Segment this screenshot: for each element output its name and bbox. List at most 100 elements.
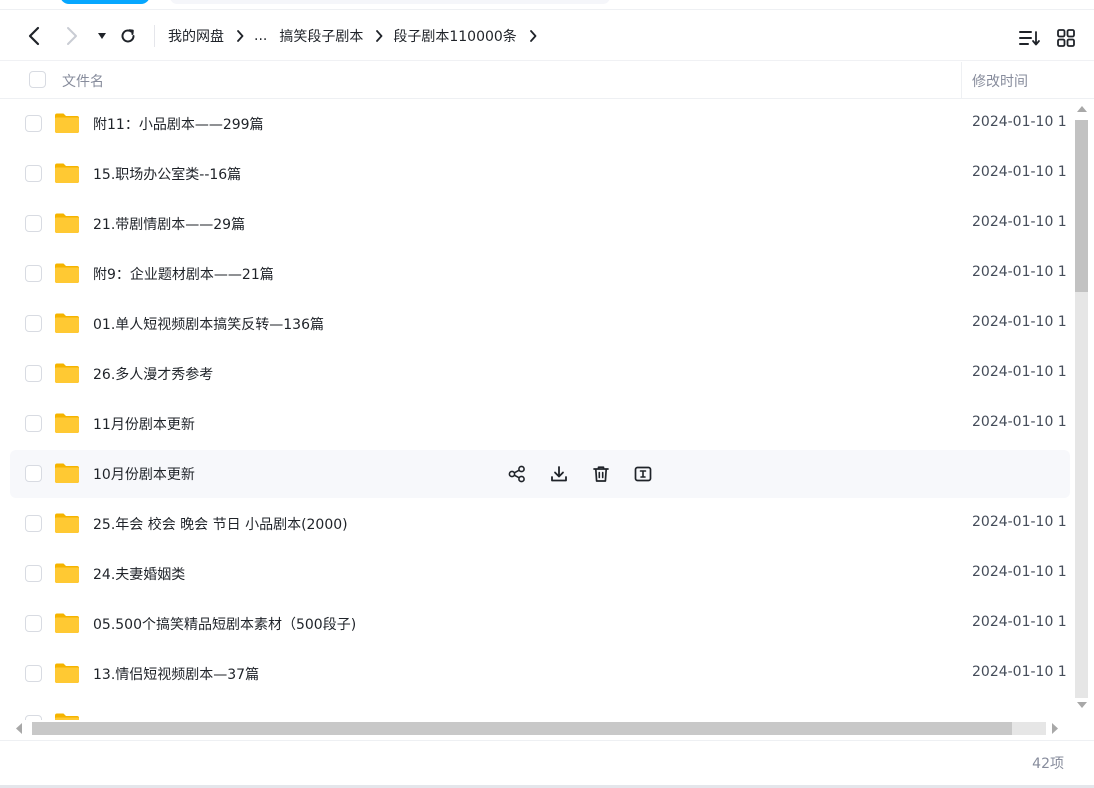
refresh-button[interactable] [116,24,140,48]
scroll-right-arrow-icon[interactable] [1050,722,1060,735]
file-name[interactable]: 01.单人短视频剧本搞笑反转—136篇 [93,314,324,334]
file-modified-time: 2024-01-10 1 [972,514,1067,530]
file-modified-time: 2024-01-10 1 [972,564,1067,580]
file-name[interactable]: 15.职场办公室类--16篇 [93,164,241,184]
row-checkbox[interactable] [25,465,42,482]
row-checkbox[interactable] [25,115,42,132]
file-row[interactable]: 附11：小品剧本——299篇 2024-01-10 1 [10,100,1070,148]
file-row[interactable]: 11月份剧本更新 2024-01-10 1 [10,400,1070,448]
folder-icon [54,262,80,284]
file-name[interactable]: 附11：小品剧本——299篇 [93,114,264,134]
back-button[interactable] [22,24,46,48]
file-modified-time: 2024-01-10 1 [972,314,1067,330]
file-name[interactable]: 05.500个搞笑精品短剧本素材（500段子) [93,614,356,634]
file-name[interactable]: 11月份剧本更新 [93,414,195,434]
file-row-partial[interactable] [10,700,1070,720]
file-modified-time: 2024-01-10 1 [972,164,1067,180]
breadcrumb-item-current[interactable]: 段子剧本110000条 [393,26,516,46]
forward-button[interactable] [60,24,84,48]
file-row[interactable]: 21.带剧情剧本——29篇 2024-01-10 1 [10,200,1070,248]
toolbar: 我的网盘 ... 搞笑段子剧本 段子剧本110000条 [0,11,1094,61]
breadcrumb-chevron-icon [529,30,537,42]
file-row[interactable]: 05.500个搞笑精品短剧本素材（500段子) 2024-01-10 1 [10,600,1070,648]
breadcrumb-item-ellipsis[interactable]: ... [254,28,267,44]
column-header-name[interactable]: 文件名 [62,71,104,91]
column-header-modified-time[interactable]: 修改时间 [972,71,1028,91]
row-checkbox[interactable] [25,415,42,432]
file-name[interactable]: 13.情侣短视频剧本—37篇 [93,664,259,684]
scroll-up-arrow-icon[interactable] [1076,104,1088,114]
file-modified-time: 2024-01-10 1 [972,614,1067,630]
file-modified-time: 2024-01-10 1 [972,664,1067,680]
file-row[interactable]: 附9：企业题材剧本——21篇 2024-01-10 1 [10,250,1070,298]
column-divider[interactable] [961,62,962,99]
upload-button-partial[interactable] [60,0,150,4]
file-modified-time: 2024-01-10 1 [972,214,1067,230]
vertical-scroll-thumb[interactable] [1075,120,1088,292]
history-dropdown-button[interactable] [92,24,112,48]
folder-icon [54,562,80,584]
scroll-down-arrow-icon[interactable] [1076,700,1088,710]
breadcrumb-item-parent[interactable]: 搞笑段子剧本 [279,26,363,46]
row-checkbox[interactable] [25,265,42,282]
rename-icon[interactable] [632,463,654,485]
share-icon[interactable] [506,463,528,485]
file-row[interactable]: 10月份剧本更新 [10,450,1070,498]
horizontal-scroll-thumb[interactable] [32,722,1012,735]
row-checkbox[interactable] [25,515,42,532]
file-row[interactable]: 13.情侣短视频剧本—37篇 2024-01-10 1 [10,650,1070,698]
file-modified-time: 2024-01-10 1 [972,114,1067,130]
file-list: 附11：小品剧本——299篇 2024-01-10 1 15.职场办公室类--16篇… [10,100,1070,720]
file-name[interactable]: 26.多人漫才秀参考 [93,364,213,384]
row-checkbox[interactable] [25,165,42,182]
file-name[interactable]: 10月份剧本更新 [93,464,195,484]
file-row[interactable]: 15.职场办公室类--16篇 2024-01-10 1 [10,150,1070,198]
row-checkbox[interactable] [25,315,42,332]
file-row[interactable]: 25.年会 校会 晚会 节日 小品剧本(2000) 2024-01-10 1 [10,500,1070,548]
folder-icon [54,212,80,234]
select-all-checkbox[interactable] [29,71,46,88]
vertical-scrollbar[interactable] [1074,104,1090,714]
delete-icon[interactable] [590,463,612,485]
file-name[interactable]: 25.年会 校会 晚会 节日 小品剧本(2000) [93,514,348,534]
toolbar-divider [154,25,155,47]
file-row[interactable]: 26.多人漫才秀参考 2024-01-10 1 [10,350,1070,398]
folder-icon [54,612,80,634]
horizontal-scrollbar[interactable] [14,720,1064,736]
folder-icon [54,312,80,334]
folder-icon [54,112,80,134]
caret-down-icon [98,33,106,39]
refresh-icon [121,29,135,43]
grid-view-icon [1057,29,1075,47]
sort-button[interactable] [1018,26,1042,50]
file-name[interactable]: 附9：企业题材剧本——21篇 [93,264,274,284]
grid-view-button[interactable] [1054,26,1078,50]
breadcrumb-chevron-icon [375,30,383,42]
row-checkbox[interactable] [25,665,42,682]
file-modified-time: 2024-01-10 1 [972,364,1067,380]
row-checkbox[interactable] [25,565,42,582]
item-count: 42项 [1032,756,1064,772]
row-actions [506,463,654,485]
folder-icon [54,162,80,184]
file-modified-time: 2024-01-10 1 [972,264,1067,280]
folder-icon [54,412,80,434]
file-modified-time: 2024-01-10 1 [972,414,1067,430]
folder-icon [54,712,80,720]
folder-icon [54,362,80,384]
breadcrumb-item-root[interactable]: 我的网盘 [168,26,224,46]
row-checkbox[interactable] [25,215,42,232]
folder-icon [54,462,80,484]
row-checkbox[interactable] [25,365,42,382]
row-checkbox[interactable] [25,615,42,632]
file-row[interactable]: 24.夫妻婚姻类 2024-01-10 1 [10,550,1070,598]
download-icon[interactable] [548,463,570,485]
file-row[interactable]: 01.单人短视频剧本搞笑反转—136篇 2024-01-10 1 [10,300,1070,348]
file-name[interactable]: 21.带剧情剧本——29篇 [93,214,245,234]
sort-icon [1019,31,1040,46]
search-box-partial[interactable] [170,0,610,4]
folder-icon [54,512,80,534]
scroll-left-arrow-icon[interactable] [14,722,24,735]
breadcrumb-chevron-icon [236,30,244,42]
file-name[interactable]: 24.夫妻婚姻类 [93,564,185,584]
